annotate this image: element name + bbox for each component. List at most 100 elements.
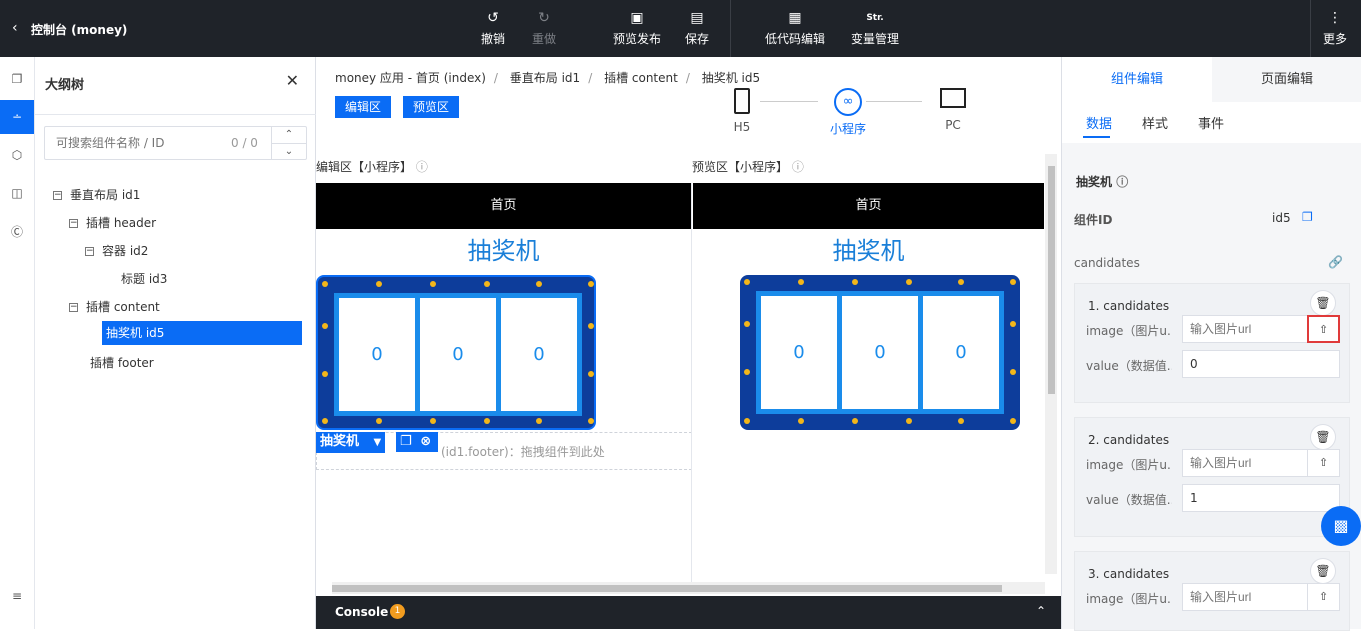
info-icon: ⓘ [791,160,804,174]
device-miniprogram[interactable]: ∞ 小程序 [826,88,870,137]
page-navbar: 首页 [316,183,691,229]
collapse-menu-icon[interactable]: ≡ [0,579,34,613]
bulb [744,321,750,327]
tree-node[interactable]: 插槽 footer [90,351,154,375]
bulb [536,281,542,287]
preview-publish-button[interactable]: ▣ 预览发布 [613,8,661,47]
collapse-toggle-icon[interactable]: − [69,303,78,312]
pages-icon[interactable]: ❐ [0,62,34,96]
tree-node[interactable]: − 插槽 content [69,295,160,319]
scroll-thumb[interactable] [1048,166,1055,394]
subtab-data[interactable]: 数据 [1086,113,1112,132]
chevron-left-icon[interactable]: ‹ [12,20,18,36]
collapse-toggle-icon[interactable]: − [85,247,94,256]
subtab-style[interactable]: 样式 [1142,113,1168,132]
phone-icon [734,88,750,114]
console-bar[interactable]: Console 1 ⌃ [316,596,1061,629]
preview-zone-label: 预览区【小程序】 ⓘ [692,160,804,174]
monitor-icon [940,88,966,108]
vertical-scrollbar[interactable] [1045,154,1057,574]
selected-component-tag[interactable]: 抽奖机 ▼ [316,432,386,453]
delete-icon[interactable]: 🗑 [1310,558,1336,584]
data-source-icon[interactable]: ◫ [0,176,34,210]
value-input[interactable]: 1 [1182,484,1340,512]
search-input[interactable] [45,127,255,159]
redo-icon: ↻ [538,10,550,26]
tree-node[interactable]: 标题 id3 [121,267,167,291]
scroll-thumb[interactable] [332,585,1002,592]
close-icon[interactable]: ✕ [286,71,299,90]
undo-button[interactable]: ↺ 撤销 [481,8,505,47]
undo-icon: ↺ [487,10,499,26]
caret-down-icon[interactable]: ▼ [374,437,382,448]
component-id-label: 组件ID [1074,213,1113,227]
js-icon[interactable]: Ⓒ [0,214,34,248]
bulb [744,369,750,375]
image-url-input[interactable] [1182,449,1308,477]
breadcrumb-item[interactable]: 抽奖机 id5 [702,71,760,85]
chat-icon[interactable]: ▩ [1321,506,1361,546]
subtab-event[interactable]: 事件 [1198,113,1224,132]
chevron-up-icon[interactable]: ⌃ [271,127,306,143]
variable-manage-button[interactable]: Str. 变量管理 [851,8,899,47]
preview-zone-button[interactable]: 预览区 [403,96,460,118]
copy-icon[interactable]: ❐ [1302,210,1313,224]
remove-icon[interactable]: ⊗ [420,434,431,449]
components-icon[interactable]: ⬡ [0,138,34,172]
image-url-input[interactable] [1182,315,1308,343]
collapse-toggle-icon[interactable]: − [69,219,78,228]
tree-node[interactable]: − 插槽 header [69,211,156,235]
reel-frame: 0 0 0 [756,291,1004,414]
bulb [744,418,750,424]
lottery-machine[interactable]: 0 0 0 [316,275,596,430]
image-label: image（图片u... [1086,592,1172,606]
edit-zone-button[interactable]: 编辑区 [335,96,392,118]
lottery-title[interactable]: 抽奖机 [316,231,691,266]
delete-icon[interactable]: 🗑 [1310,424,1336,450]
redo-button[interactable]: ↻ 重做 [532,8,556,47]
save-button[interactable]: ▤ 保存 [685,8,709,47]
bulb [906,279,912,285]
bulb [588,418,594,424]
breadcrumb-item[interactable]: 垂直布局 id1 [510,71,580,85]
value-input[interactable]: 0 [1182,350,1340,378]
tab-component-edit[interactable]: 组件编辑 [1062,57,1212,102]
bulb [588,281,594,287]
component-name: 抽奖机 ⓘ [1076,175,1129,189]
tree-node[interactable]: − 容器 id2 [85,239,148,263]
chevron-up-icon[interactable]: ⌃ [1036,604,1046,618]
device-pc[interactable]: PC [938,88,968,132]
more-button[interactable]: ⋮ 更多 [1323,8,1347,47]
edit-zone-label: 编辑区【小程序】 ⓘ [316,160,428,174]
device-h5[interactable]: H5 [730,88,754,134]
tree-node[interactable]: − 垂直布局 id1 [53,183,140,207]
image-label: image（图片u... [1086,324,1172,338]
delete-icon[interactable]: 🗑 [1310,290,1336,316]
upload-icon[interactable]: ⇧ [1307,583,1340,611]
device-connector [866,101,922,102]
link-icon[interactable]: 🔗 [1328,255,1343,269]
horizontal-scrollbar[interactable] [332,582,1045,594]
collapse-toggle-icon[interactable]: − [53,191,62,200]
copy-icon[interactable]: ❐ [400,434,412,449]
bulb [376,418,382,424]
image-url-input[interactable] [1182,583,1308,611]
upload-icon[interactable]: ⇧ [1307,315,1340,343]
upload-icon[interactable]: ⇧ [1307,449,1340,477]
tab-page-edit[interactable]: 页面编辑 [1212,57,1361,102]
component-actions: ❐ ⊗ [396,432,438,452]
reel: 0 [501,298,577,411]
breadcrumb-item[interactable]: money 应用 - 首页 (index) [335,71,486,85]
app-title[interactable]: 控制台 (money) [31,21,127,38]
save-icon: ▤ [690,10,704,26]
preview-pane: 首页 抽奖机 0 0 0 [693,183,1044,583]
bulb [588,371,594,377]
breadcrumb-item[interactable]: 插槽 content [604,71,678,85]
bulb [1010,418,1016,424]
bulb [852,279,858,285]
variable-icon: Str. [866,13,884,23]
outline-tree-icon[interactable]: ∸ [0,100,34,134]
tree-node-selected[interactable]: 抽奖机 id5 [102,321,302,345]
lowcode-edit-button[interactable]: ▦ 低代码编辑 [765,8,825,47]
chevron-down-icon[interactable]: ⌄ [271,143,306,159]
